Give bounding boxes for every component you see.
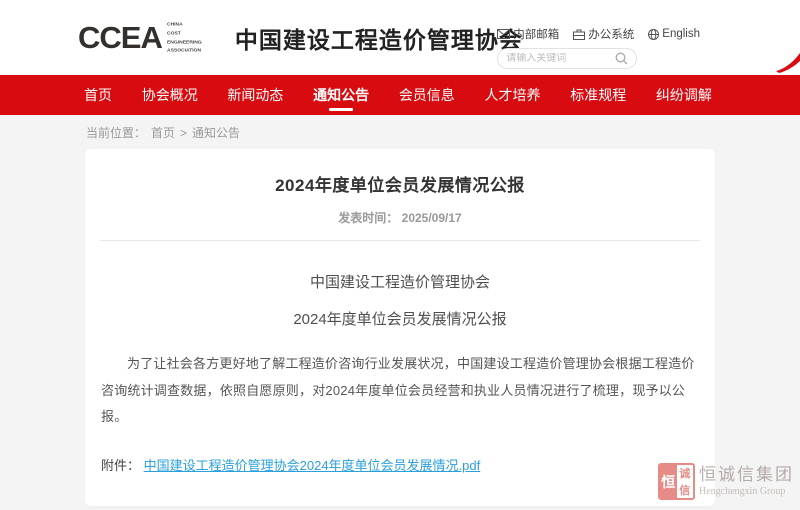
seal-char-top: 诚 bbox=[677, 465, 694, 482]
nav-item-dispute[interactable]: 纠纷调解 bbox=[656, 75, 712, 115]
quick-links: 内部邮箱 办公系统 English bbox=[497, 26, 700, 42]
nav-item-standards[interactable]: 标准规程 bbox=[570, 75, 626, 115]
logo-swoosh-icon bbox=[776, 50, 800, 74]
globe-icon bbox=[648, 29, 659, 40]
hengchengxin-seal-icon: 恒 诚 信 bbox=[658, 463, 695, 500]
ccea-logo[interactable]: CCEA CHINA COST ENGINEERING ASSOCIATION bbox=[78, 20, 223, 55]
logo-tagline-line: ENGINEERING bbox=[167, 39, 202, 44]
internal-mail-link[interactable]: 内部邮箱 bbox=[497, 26, 559, 42]
header-utilities: 内部邮箱 办公系统 English bbox=[497, 26, 700, 69]
main-nav: 首页 协会概况 新闻动态 通知公告 会员信息 人才培养 标准规程 纠纷调解 bbox=[0, 75, 800, 115]
article-card: 2024年度单位会员发展情况公报 发表时间： 2025/09/17 中国建设工程… bbox=[85, 149, 715, 506]
breadcrumb-home-link[interactable]: 首页 bbox=[151, 124, 175, 141]
envelope-icon bbox=[497, 29, 510, 39]
office-system-link[interactable]: 办公系统 bbox=[573, 26, 634, 42]
article-heading-subject: 2024年度单位会员发展情况公报 bbox=[85, 308, 715, 329]
watermark-name: 恒诚信集团 bbox=[699, 466, 794, 485]
logo-acronym: CCEA bbox=[78, 22, 162, 53]
article-title: 2024年度单位会员发展情况公报 bbox=[85, 171, 715, 196]
divider bbox=[100, 240, 700, 241]
watermark-name-en: Hengchengxin Group bbox=[699, 486, 794, 497]
breadcrumb-notices-link[interactable]: 通知公告 bbox=[192, 124, 240, 141]
site-header: CCEA CHINA COST ENGINEERING ASSOCIATION … bbox=[0, 0, 800, 75]
search-input[interactable] bbox=[506, 53, 615, 64]
logo-tagline-line: CHINA bbox=[167, 22, 202, 27]
attachment-label: 附件： bbox=[101, 458, 140, 473]
logo-tagline-line: COST bbox=[167, 30, 202, 35]
nav-item-news[interactable]: 新闻动态 bbox=[227, 75, 283, 115]
publish-date-label: 发表时间： bbox=[338, 211, 398, 225]
seal-char-main: 恒 bbox=[660, 465, 677, 498]
nav-item-home[interactable]: 首页 bbox=[84, 75, 112, 115]
site-title: 中国建设工程造价管理协会 bbox=[235, 21, 523, 55]
breadcrumb: 当前位置： 首页 > 通知公告 bbox=[0, 115, 800, 149]
article-heading-org: 中国建设工程造价管理协会 bbox=[85, 271, 715, 292]
logo-tagline: CHINA COST ENGINEERING ASSOCIATION bbox=[167, 20, 223, 55]
attachment-line: 附件： 中国建设工程造价管理协会2024年度单位会员发展情况.pdf bbox=[101, 455, 699, 474]
search-box bbox=[497, 48, 637, 69]
breadcrumb-label: 当前位置： bbox=[86, 124, 146, 141]
article-meta: 发表时间： 2025/09/17 bbox=[85, 209, 715, 226]
quick-link-label: English bbox=[662, 28, 700, 40]
attachment-pdf-link[interactable]: 中国建设工程造价管理协会2024年度单位会员发展情况.pdf bbox=[144, 458, 481, 473]
nav-item-training[interactable]: 人才培养 bbox=[485, 75, 541, 115]
publish-date: 2025/09/17 bbox=[402, 211, 462, 225]
hengchengxin-watermark: 恒 诚 信 恒诚信集团 Hengchengxin Group bbox=[658, 463, 794, 500]
breadcrumb-separator: > bbox=[180, 126, 187, 140]
quick-link-label: 办公系统 bbox=[588, 26, 634, 42]
quick-link-label: 内部邮箱 bbox=[513, 26, 559, 42]
search-icon[interactable] bbox=[615, 52, 628, 65]
seal-right: 诚 信 bbox=[677, 465, 694, 498]
watermark-text: 恒诚信集团 Hengchengxin Group bbox=[699, 466, 794, 498]
nav-item-about[interactable]: 协会概况 bbox=[142, 75, 198, 115]
english-link[interactable]: English bbox=[648, 28, 700, 40]
nav-item-notices[interactable]: 通知公告 bbox=[313, 75, 369, 115]
nav-item-members[interactable]: 会员信息 bbox=[399, 75, 455, 115]
briefcase-icon bbox=[573, 29, 585, 40]
logo-tagline-line: ASSOCIATION bbox=[167, 48, 202, 53]
article-paragraph: 为了让社会各方更好地了解工程造价咨询行业发展状况，中国建设工程造价管理协会根据工… bbox=[101, 351, 699, 431]
seal-char-bottom: 信 bbox=[677, 482, 694, 499]
